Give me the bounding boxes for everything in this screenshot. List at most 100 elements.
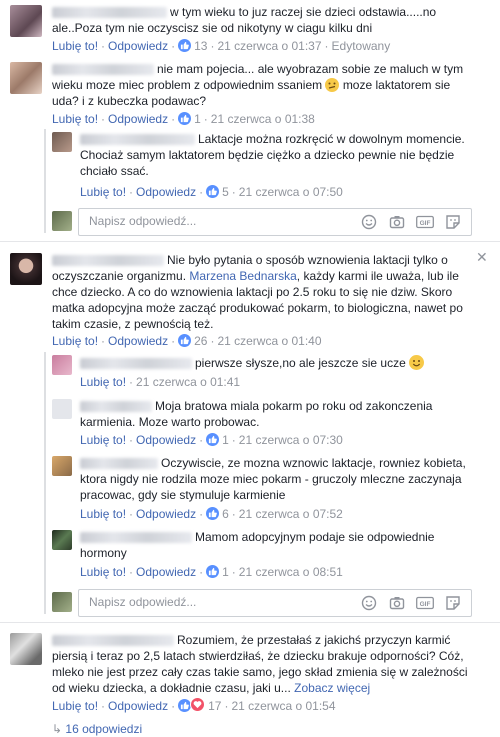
camera-icon[interactable] — [389, 214, 405, 230]
comment-divider — [0, 241, 500, 242]
svg-text:GIF: GIF — [420, 220, 431, 227]
comment-divider — [0, 622, 500, 623]
avatar[interactable] — [52, 530, 72, 550]
timestamp[interactable]: 21 czerwca o 07:52 — [239, 507, 343, 521]
avatar — [52, 592, 72, 612]
reply-actions: Lubię to! · Odpowiedz · 5 · 21 czerwca o 07:50 — [80, 185, 343, 199]
sticker-icon[interactable] — [445, 214, 461, 230]
timestamp[interactable]: 21 czerwca o 01:40 — [217, 334, 321, 348]
see-more-link[interactable]: Zobacz więcej — [294, 681, 370, 695]
like-button[interactable]: Lubię to! — [80, 185, 126, 199]
like-button[interactable]: Lubię to! — [52, 112, 98, 126]
reply-button[interactable]: Odpowiedz — [108, 334, 168, 348]
like-count[interactable]: 26 — [194, 334, 207, 348]
author-name[interactable] — [52, 255, 164, 267]
reply-composer[interactable]: GIF — [78, 589, 472, 617]
comment-actions: Lubię to! · Odpowiedz · 26 · 21 czerwca o 01:4… — [52, 334, 322, 348]
comment-text: nie mam pojecia... ale wyobrazam sobie z… — [52, 62, 464, 108]
thumbs-up-icon — [206, 507, 220, 520]
like-button[interactable]: Lubię to! — [80, 375, 126, 389]
timestamp[interactable]: 21 czerwca o 01:37 — [217, 39, 321, 53]
timestamp[interactable]: 21 czerwca o 01:41 — [136, 375, 240, 389]
close-icon[interactable]: ✕ — [476, 249, 488, 266]
like-button[interactable]: Lubię to! — [80, 507, 126, 521]
author-name[interactable] — [80, 401, 152, 413]
heart-icon — [190, 697, 206, 712]
avatar[interactable] — [10, 62, 42, 94]
comment-text: Rozumiem, że przestałaś z jakichś przycz… — [52, 633, 468, 695]
reply-arrow-icon: ↳ — [52, 722, 63, 736]
comment-text: w tym wieku to juz raczej sie dzieci ods… — [52, 5, 437, 35]
like-button[interactable]: Lubię to! — [52, 39, 98, 53]
avatar[interactable] — [52, 355, 72, 375]
reply-button[interactable]: Odpowiedz — [136, 565, 196, 579]
timestamp[interactable]: 21 czerwca o 07:50 — [239, 185, 343, 199]
reply-button[interactable]: Odpowiedz — [108, 39, 168, 53]
avatar[interactable] — [52, 132, 72, 152]
like-count[interactable]: 13 — [194, 39, 207, 53]
avatar[interactable] — [52, 399, 72, 419]
avatar[interactable] — [10, 253, 42, 285]
emoji-icon[interactable] — [361, 595, 377, 611]
like-button[interactable]: Lubię to! — [52, 334, 98, 348]
thumbs-up-icon — [206, 565, 220, 578]
author-name[interactable] — [80, 134, 195, 146]
gif-icon[interactable]: GIF — [416, 595, 434, 611]
like-count[interactable]: 6 — [222, 507, 229, 521]
comment-actions: Lubię to! · Odpowiedz · 17 · 21 czerwca o 01:5… — [52, 697, 336, 713]
timestamp[interactable]: 21 czerwca o 08:51 — [239, 565, 343, 579]
like-count[interactable]: 17 — [208, 699, 221, 713]
avatar[interactable] — [10, 633, 42, 665]
reply-actions: Lubię to! · Odpowiedz · 1 · 21 czerwca o 08:51 — [80, 565, 343, 579]
camera-icon[interactable] — [389, 595, 405, 611]
reply-input[interactable] — [87, 594, 331, 610]
timestamp[interactable]: 21 czerwca o 01:54 — [231, 699, 335, 713]
view-replies-link[interactable]: ↳ 16 odpowiedzi — [52, 721, 142, 737]
like-button[interactable]: Lubię to! — [80, 433, 126, 447]
reply-button[interactable]: Odpowiedz — [136, 185, 196, 199]
reply-text: pierwsze słysze,no ale jeszcze sie ucze — [80, 355, 475, 371]
like-count[interactable]: 1 — [222, 565, 229, 579]
reply-input[interactable] — [87, 213, 331, 229]
reply-text: Laktacje można rozkręcić w dowolnym mome… — [80, 132, 465, 178]
avatar — [52, 211, 72, 231]
reply-actions: Lubię to! · 21 czerwca o 01:41 — [80, 375, 241, 389]
edited-label[interactable]: Edytowany — [332, 39, 391, 53]
timestamp[interactable]: 21 czerwca o 07:30 — [239, 433, 343, 447]
reply-thread-line — [44, 129, 46, 233]
like-count[interactable]: 5 — [222, 185, 229, 199]
avatar[interactable] — [52, 456, 72, 476]
reply-button[interactable]: Odpowiedz — [108, 699, 168, 713]
mention-link[interactable]: Marzena Bednarska — [189, 269, 296, 283]
thumbs-up-icon — [178, 334, 192, 347]
reply-composer[interactable]: GIF — [78, 208, 472, 236]
author-name[interactable] — [52, 635, 174, 647]
like-button[interactable]: Lubię to! — [52, 699, 98, 713]
reply-button[interactable]: Odpowiedz — [136, 507, 196, 521]
reply-button[interactable]: Odpowiedz — [108, 112, 168, 126]
like-count[interactable]: 1 — [194, 112, 201, 126]
gif-icon[interactable]: GIF — [416, 214, 434, 230]
comment-text: Nie było pytania o sposób wznowienia lak… — [52, 253, 463, 331]
emoji-icon[interactable] — [361, 214, 377, 230]
author-name[interactable] — [80, 532, 192, 544]
reply-actions: Lubię to! · Odpowiedz · 1 · 21 czerwca o 07:30 — [80, 433, 343, 447]
like-button[interactable]: Lubię to! — [80, 565, 126, 579]
svg-text:GIF: GIF — [420, 601, 431, 608]
reply-thread-line — [44, 352, 46, 614]
timestamp[interactable]: 21 czerwca o 01:38 — [211, 112, 315, 126]
avatar[interactable] — [10, 5, 42, 37]
author-name[interactable] — [52, 7, 167, 19]
like-count[interactable]: 1 — [222, 433, 229, 447]
author-name[interactable] — [80, 358, 192, 370]
author-name[interactable] — [52, 64, 154, 76]
sticker-icon[interactable] — [445, 595, 461, 611]
reply-button[interactable]: Odpowiedz — [136, 433, 196, 447]
author-name[interactable] — [80, 458, 158, 470]
thumbs-up-icon — [178, 39, 192, 52]
confused-emoji-icon — [325, 78, 340, 92]
thumbs-up-icon — [206, 433, 220, 446]
comment-actions: Lubię to! · Odpowiedz · 1 · 21 czerwca o 01:38 — [52, 112, 315, 126]
thumbs-up-icon — [206, 185, 220, 198]
comment-actions: Lubię to! · Odpowiedz · 13 · 21 czerwca o 01:3… — [52, 39, 391, 53]
